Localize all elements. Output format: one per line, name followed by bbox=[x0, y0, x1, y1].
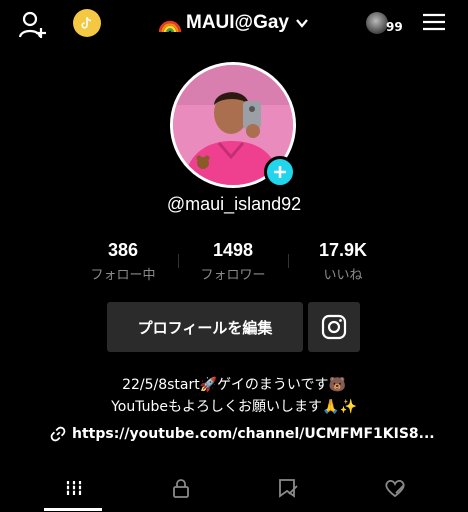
stat-divider bbox=[288, 254, 289, 268]
followers-label: フォロワー bbox=[200, 268, 266, 283]
plus-icon bbox=[274, 166, 286, 178]
hamburger-menu-icon[interactable] bbox=[423, 12, 445, 32]
profile-visitors-count: 99 bbox=[386, 20, 403, 34]
lock-icon bbox=[172, 479, 189, 498]
bio-link-text: https://youtube.com/channel/UCMFMF1KIS8.… bbox=[72, 426, 435, 442]
link-icon bbox=[50, 426, 66, 442]
following-label: フォロー中 bbox=[90, 268, 156, 283]
stat-divider bbox=[178, 254, 179, 268]
chevron-down-icon bbox=[296, 19, 308, 28]
tab-videos[interactable] bbox=[15, 464, 132, 512]
bookmark-icon bbox=[278, 479, 298, 498]
following-count: 386 bbox=[107, 240, 139, 260]
likes-count: 17.9K bbox=[318, 240, 368, 260]
profile-stats: 386 フォロー中 1498 フォロワー 17.9K いいね bbox=[0, 240, 468, 284]
stat-likes[interactable]: 17.9K いいね bbox=[288, 240, 398, 283]
bio-link[interactable]: https://youtube.com/channel/UCMFMF1KIS8.… bbox=[50, 426, 435, 442]
edit-profile-button[interactable]: プロフィールを編集 bbox=[107, 302, 303, 352]
profile-tabs bbox=[0, 464, 468, 512]
username: @maui_island92 bbox=[166, 194, 302, 214]
likes-label: いいね bbox=[323, 268, 363, 283]
account-name: MAUI@Gay bbox=[186, 12, 289, 33]
bio-line-1: 22/5/8start🚀ゲイのまういです🐻 bbox=[122, 377, 346, 393]
grid-icon bbox=[64, 481, 83, 495]
active-tab-indicator bbox=[44, 508, 102, 511]
bio-line-2: YouTubeもよろしくお願いします🙏✨ bbox=[111, 399, 357, 415]
tab-liked[interactable] bbox=[336, 464, 453, 512]
stat-following[interactable]: 386 フォロー中 bbox=[68, 240, 178, 283]
instagram-button[interactable] bbox=[308, 302, 360, 352]
rainbow-emoji bbox=[158, 20, 182, 33]
profile-visitors-avatar[interactable] bbox=[366, 12, 388, 34]
top-bar: MAUI@Gay 99 bbox=[0, 0, 468, 48]
heart-icon bbox=[384, 479, 405, 498]
stat-followers[interactable]: 1498 フォロワー bbox=[178, 240, 288, 283]
tab-private[interactable] bbox=[122, 464, 239, 512]
add-person-icon[interactable] bbox=[18, 10, 48, 40]
tab-favorites[interactable] bbox=[229, 464, 346, 512]
account-switcher[interactable]: MAUI@Gay bbox=[158, 8, 309, 38]
add-avatar-button[interactable] bbox=[264, 156, 296, 188]
instagram-icon bbox=[321, 314, 347, 340]
followers-count: 1498 bbox=[212, 240, 254, 260]
tiktok-coin-icon[interactable] bbox=[73, 9, 101, 37]
